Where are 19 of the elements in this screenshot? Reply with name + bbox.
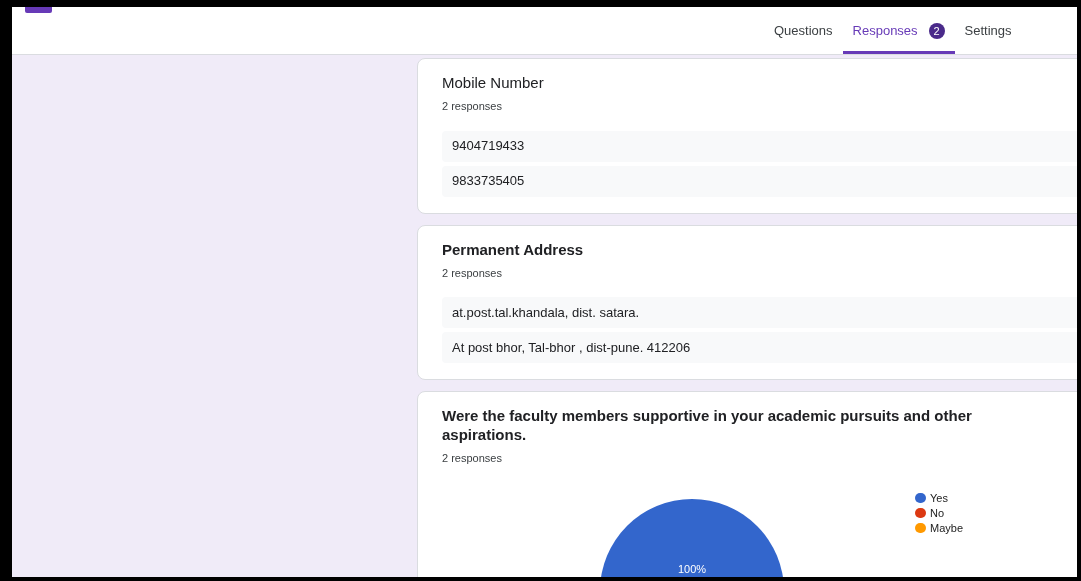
response-item: 9404719433 [442,130,1077,162]
tab[interactable]: Responses 2 [842,7,955,54]
response-count: 2 responses [442,99,503,114]
legend-label: Maybe [930,521,964,535]
question-title: Were the faculty members supportive in your academic pursuits and other aspirations. [442,406,973,444]
response-count: 2 responses [442,265,503,281]
percent-label: 100% [677,562,707,575]
question-title: Permanent Address [442,239,585,259]
legend-label: Yes [930,491,948,505]
response-item: 9833735405 [442,165,1077,197]
response-item: at.post.tal.khandala, dist. satara. [442,297,1077,328]
tab[interactable]: Settings [954,7,1022,54]
response-item: At post bhor, Tal-bhor , dist-pune. 412206 [442,332,1077,363]
logo-icon [25,7,52,13]
tab[interactable]: Questions [764,7,843,54]
response-count: 2 responses [442,451,503,466]
question-title: Mobile Number [442,73,545,92]
legend-label: No [930,506,945,520]
count-badge: 2 [928,23,945,39]
